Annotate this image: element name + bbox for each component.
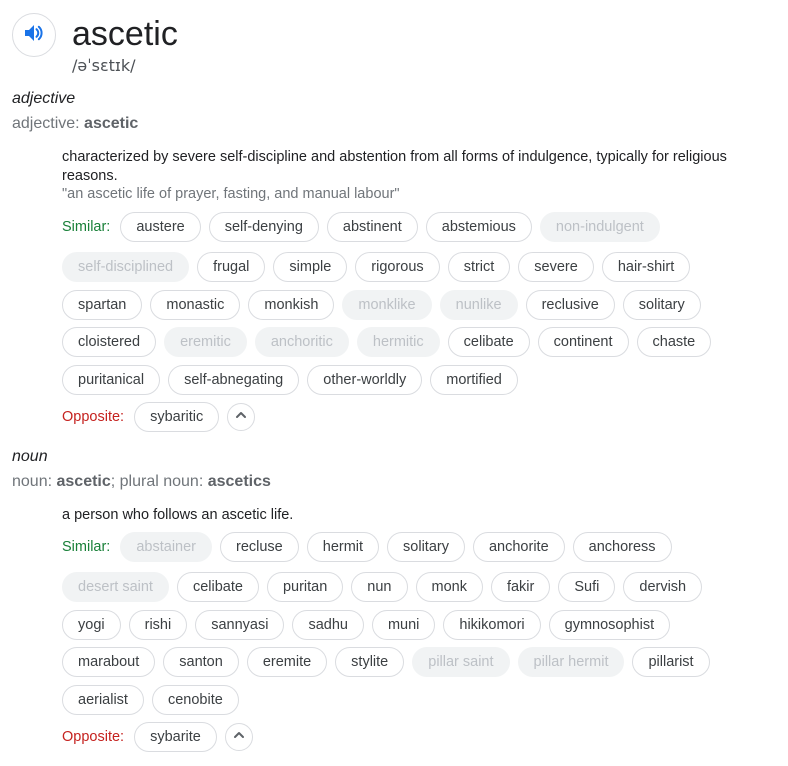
opposite-chip[interactable]: sybaritic [134,402,220,432]
grammar-label: noun: [12,473,53,490]
synonym-chip[interactable]: yogi [62,610,121,640]
collapse-button[interactable] [227,403,256,431]
similar-row-1: Similar: austere self-denying abstinent abs… [62,211,668,243]
opposite-row: Opposite: sybarite [62,721,253,753]
synonym-chip[interactable]: eremite [246,647,328,677]
synonym-chip[interactable]: santon [163,647,239,677]
similar-row-4: cloistered eremitic anchoritic hermitic celi… [62,326,719,358]
similar-row-1: Similar: abstainer recluse hermit solitary a… [62,531,680,563]
grammar-line-noun: noun: ascetic; plural noun: ascetics [12,472,271,492]
chevron-up-icon [234,408,248,427]
opposite-chip[interactable]: sybarite [134,722,217,752]
part-of-speech-adjective: adjective [12,90,76,107]
definition-adjective: characterized by severe self-discipline … [62,149,727,184]
synonym-chip[interactable]: severe [518,252,594,282]
synonym-chip[interactable]: monastic [150,290,241,320]
synonym-chip[interactable]: sadhu [292,610,364,640]
synonym-chip[interactable]: hair-shirt [601,252,691,282]
grammar-word: ascetic [84,115,139,132]
synonym-chip[interactable]: anchorite [472,532,565,562]
synonym-chip[interactable]: anchoritic [254,327,349,357]
synonym-chip[interactable]: spartan [62,290,143,320]
definition-noun: a person who follows an ascetic life. [62,507,294,523]
synonym-chip[interactable]: solitary [387,532,465,562]
synonym-chip[interactable]: hikikomori [443,610,541,640]
synonym-chip[interactable]: reclusive [525,290,615,320]
synonym-chip[interactable]: puritan [266,572,344,602]
opposite-label: Opposite: [62,729,125,745]
synonym-chip[interactable]: monk [415,572,483,602]
synonym-chip[interactable]: simple [273,252,348,282]
synonym-chip[interactable]: eremitic [164,327,247,357]
synonym-chip[interactable]: marabout [62,647,156,677]
phonetic-spelling: /əˈsɛtɪk/ [72,56,136,75]
synonym-chip[interactable]: pillar saint [412,647,510,677]
synonym-chip[interactable]: fakir [490,572,551,602]
synonym-chip[interactable]: chaste [636,327,712,357]
synonym-chip[interactable]: other-worldly [307,365,423,395]
similar-row-3: spartan monastic monkish monklike nunlike rec… [62,289,709,321]
synonym-chip[interactable]: rigorous [355,252,440,282]
example-sentence: "an ascetic life of prayer, fasting, and… [62,186,400,202]
synonym-chip[interactable]: self-denying [208,212,319,242]
synonym-chip[interactable]: cenobite [151,685,239,715]
similar-row-5: aerialist cenobite [62,684,247,716]
synonym-chip[interactable]: sannyasi [195,610,285,640]
chevron-up-icon [232,728,246,747]
synonym-chip[interactable]: desert saint [62,572,169,602]
synonym-chip[interactable]: cloistered [62,327,157,357]
synonym-chip[interactable]: pillar hermit [517,647,625,677]
synonym-chip[interactable]: recluse [220,532,299,562]
pronunciation-button[interactable] [12,13,56,57]
synonym-chip[interactable]: hermitic [356,327,440,357]
opposite-label: Opposite: [62,409,125,425]
synonym-chip[interactable]: abstemious [425,212,532,242]
similar-row-2: desert saint celibate puritan nun monk fakir S… [62,571,710,603]
synonym-chip[interactable]: celibate [447,327,530,357]
grammar-label: adjective: [12,115,80,132]
synonym-chip[interactable]: celibate [176,572,259,602]
synonym-chip[interactable]: puritanical [62,365,161,395]
plural-label: ; plural noun: [110,473,204,490]
synonym-chip[interactable]: stylite [335,647,405,677]
similar-row-5: puritanical self-abnegating other-worldly m… [62,364,526,396]
synonym-chip[interactable]: monkish [248,290,335,320]
synonym-chip[interactable]: frugal [197,252,266,282]
synonym-chip[interactable]: Sufi [558,572,616,602]
synonym-chip[interactable]: abstainer [120,532,212,562]
synonym-chip[interactable]: pillarist [632,647,710,677]
synonym-chip[interactable]: austere [120,212,201,242]
synonym-chip[interactable]: self-abnegating [168,365,300,395]
synonym-chip[interactable]: rishi [128,610,188,640]
synonym-chip[interactable]: nunlike [439,290,518,320]
synonym-chip[interactable]: strict [447,252,511,282]
plural-word: ascetics [207,473,271,490]
synonym-chip[interactable]: aerialist [62,685,144,715]
collapse-button[interactable] [224,723,253,751]
synonym-chip[interactable]: mortified [430,365,518,395]
similar-label: Similar: [62,219,111,235]
similar-row-4: marabout santon eremite stylite pillar saint… [62,646,718,678]
synonym-chip[interactable]: monklike [342,290,432,320]
synonym-chip[interactable]: muni [371,610,436,640]
synonym-chip[interactable]: abstinent [326,212,418,242]
opposite-row: Opposite: sybaritic [62,401,256,433]
headword: ascetic [72,15,178,53]
similar-row-3: yogi rishi sannyasi sadhu muni hikikomori gymn… [62,609,678,641]
synonym-chip[interactable]: hermit [306,532,380,562]
part-of-speech-noun: noun [12,448,48,465]
grammar-line-adjective: adjective: ascetic [12,114,138,134]
grammar-word: ascetic [56,473,111,490]
synonym-chip[interactable]: dervish [623,572,703,602]
volume-speaker-icon [22,21,46,50]
synonym-chip[interactable]: self-disciplined [62,252,190,282]
similar-label: Similar: [62,539,111,555]
synonym-chip[interactable]: non-indulgent [539,212,660,242]
synonym-chip[interactable]: solitary [622,290,701,320]
synonym-chip[interactable]: anchoress [572,532,672,562]
synonym-chip[interactable]: gymnosophist [548,610,671,640]
synonym-chip[interactable]: nun [351,572,408,602]
synonym-chip[interactable]: continent [537,327,629,357]
similar-row-2: self-disciplined frugal simple rigorous stri… [62,251,698,283]
